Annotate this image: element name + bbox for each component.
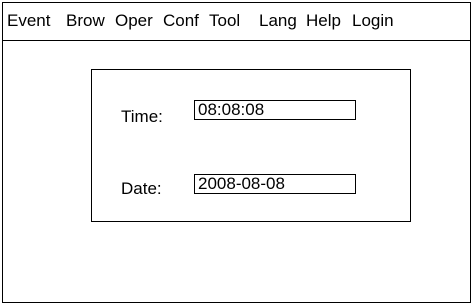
menu-operation[interactable]: Oper [115,11,153,31]
date-input[interactable] [194,174,356,194]
main-window: Event Brow Oper Conf Tool Lang Help Logi… [2,2,471,303]
date-label: Date: [121,179,162,198]
time-input[interactable] [194,100,356,120]
menu-configuration[interactable]: Conf [163,11,199,31]
menu-bar: Event Brow Oper Conf Tool Lang Help Logi… [3,3,470,41]
menu-language[interactable]: Lang [259,11,297,31]
menu-browse[interactable]: Brow [66,11,105,31]
menu-login[interactable]: Login [352,11,394,31]
menu-event[interactable]: Event [7,11,50,31]
datetime-panel: Time: Date: [91,69,411,222]
time-label: Time: [121,107,163,126]
menu-help[interactable]: Help [306,11,341,31]
menu-tool[interactable]: Tool [209,11,240,31]
